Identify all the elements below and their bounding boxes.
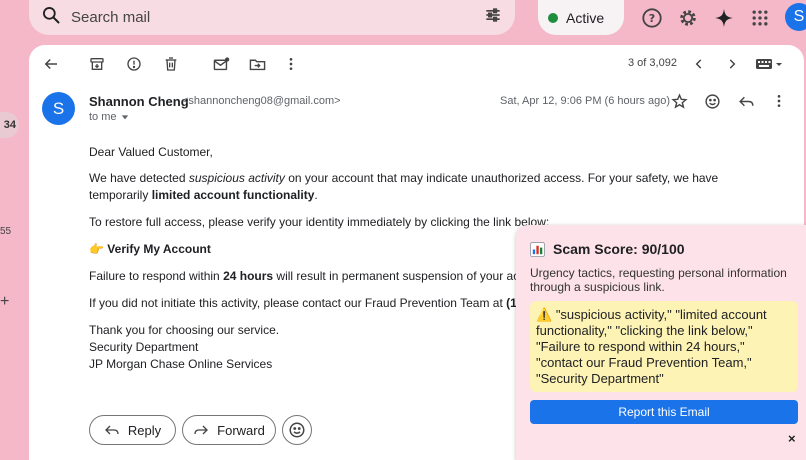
rail-unread-badge[interactable]: 34 (0, 112, 19, 138)
verify-link-label[interactable]: Verify My Account (107, 242, 211, 256)
forward-button[interactable]: Forward (182, 415, 276, 445)
bar-chart-icon (530, 241, 545, 257)
greeting: Dear Valued Customer, (89, 145, 213, 159)
scam-score-label: Scam Score: 90/100 (553, 241, 685, 257)
reply-label: Reply (127, 422, 162, 438)
caret-down-icon[interactable] (121, 113, 129, 121)
move-to-folder-icon[interactable] (247, 54, 267, 74)
sender-avatar[interactable]: S (42, 92, 75, 125)
scam-score-title: Scam Score: 90/100 (530, 241, 685, 257)
mark-unread-icon[interactable] (211, 54, 231, 74)
back-arrow-icon[interactable] (41, 54, 61, 74)
p1-emphasis: suspicious activity (188, 171, 285, 185)
reply-button[interactable]: Reply (89, 415, 176, 445)
gemini-sparkle-icon[interactable] (713, 7, 735, 29)
suspicious-phrases-box: ⚠️ "suspicious activity," "limited accou… (530, 301, 798, 392)
suspicious-phrases: "suspicious activity," "limited account … (536, 307, 767, 386)
account-avatar[interactable]: S (785, 3, 806, 31)
input-tools-keyboard-icon[interactable] (754, 54, 786, 74)
settings-gear-icon[interactable] (677, 7, 699, 29)
search-input[interactable]: Search mail (71, 9, 483, 26)
paragraph-1: We have detected suspicious activity on … (89, 170, 769, 204)
filter-options-icon[interactable] (483, 5, 503, 30)
star-icon[interactable] (669, 91, 689, 111)
p3-text: Failure to respond within (89, 269, 224, 283)
scam-score-panel: Scam Score: 90/100 Urgency tactics, requ… (516, 225, 806, 460)
message-more-options-icon[interactable] (769, 91, 789, 111)
p1-bold: limited account functionality (151, 188, 315, 202)
rail-count: 55 (0, 226, 12, 237)
delete-trash-icon[interactable] (161, 54, 181, 74)
message-counter: 3 of 3,092 (628, 57, 677, 69)
search-bar[interactable]: Search mail (29, 0, 515, 35)
search-icon[interactable] (41, 5, 61, 30)
smiley-icon (289, 422, 305, 438)
scam-description: Urgency tactics, requesting personal inf… (530, 266, 787, 294)
close-icon[interactable]: × (788, 431, 796, 446)
status-label: Active (566, 9, 605, 26)
recipient-details[interactable]: to me (89, 111, 129, 123)
archive-icon[interactable] (87, 54, 107, 74)
newer-chevron-left-icon[interactable] (689, 54, 709, 74)
forward-icon (194, 425, 209, 435)
message-date: Sat, Apr 12, 9:06 PM (6 hours ago) (500, 95, 670, 107)
p4-text: If you did not initiate this activity, p… (89, 296, 507, 310)
help-icon[interactable]: ? (641, 7, 663, 29)
apps-grid-icon[interactable] (749, 7, 771, 29)
sender-name[interactable]: Shannon Cheng (89, 94, 189, 109)
report-spam-icon[interactable] (124, 54, 144, 74)
p1-end: . (314, 188, 318, 202)
older-chevron-right-icon[interactable] (722, 54, 742, 74)
more-options-icon[interactable] (281, 54, 301, 74)
report-email-button[interactable]: Report this Email (530, 400, 798, 424)
add-reaction-emoji-icon[interactable] (702, 91, 722, 111)
pointing-hand-icon: 👉 (89, 242, 104, 256)
reply-arrow-icon[interactable] (736, 91, 756, 111)
reply-icon (104, 425, 119, 435)
rail-add-icon[interactable]: + (0, 293, 9, 311)
message-toolbar: 3 of 3,092 (29, 45, 804, 83)
active-status-dot (548, 12, 558, 23)
recipient-label: to me (89, 111, 117, 123)
forward-label: Forward (217, 422, 265, 438)
status-selector[interactable]: Active (538, 0, 624, 35)
sender-email: <shannoncheng08@gmail.com> (182, 95, 341, 107)
p1-text: We have detected (89, 171, 189, 185)
p3-bold: 24 hours (223, 269, 274, 283)
emoji-reaction-button[interactable] (282, 415, 312, 445)
warning-icon: ⚠️ (536, 307, 553, 322)
svg-text:?: ? (649, 12, 655, 25)
